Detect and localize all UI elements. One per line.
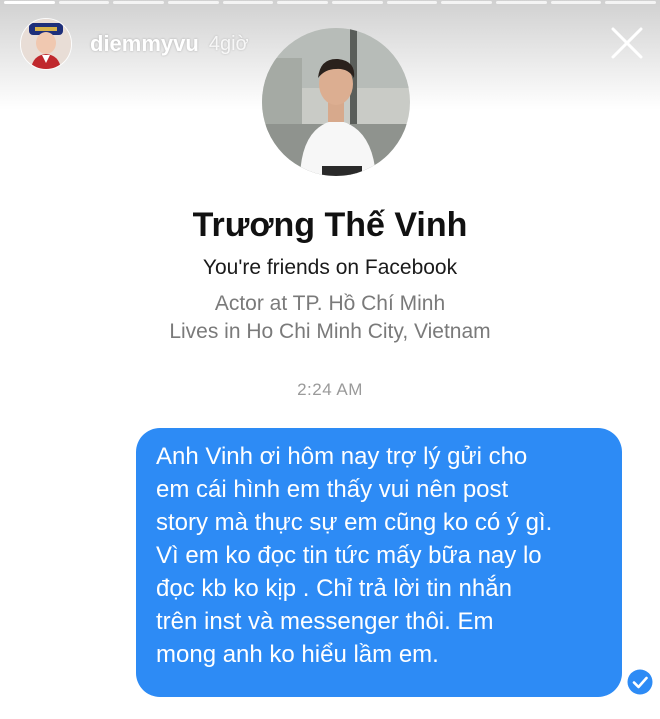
message-line: đọc kb ko kịp . Chỉ trả lời tin nhắn bbox=[156, 575, 512, 602]
message-bubble[interactable]: Anh Vinh ơi hôm nay trợ lý gửi cho em cá… bbox=[136, 428, 622, 697]
story-progress-segment bbox=[496, 1, 547, 4]
profile-photo-image bbox=[262, 28, 410, 176]
message-timestamp: 2:24 AM bbox=[297, 380, 363, 399]
story-progress-segment bbox=[58, 1, 110, 4]
story-username[interactable]: diemmyvu bbox=[90, 31, 199, 57]
story-progress-segment bbox=[605, 1, 657, 4]
contact-name: Trương Thế Vinh bbox=[192, 206, 468, 244]
work-info: Actor at TP. Hồ Chí Minh bbox=[214, 292, 446, 315]
close-button[interactable] bbox=[610, 26, 644, 60]
story-time-ago: 4giờ bbox=[208, 32, 249, 55]
story-header: diemmyvu 4giờ bbox=[20, 18, 249, 70]
message-line: mong anh ko hiểu lầm em. bbox=[156, 641, 439, 668]
seen-indicator bbox=[626, 668, 654, 696]
profile-photo[interactable] bbox=[262, 28, 410, 176]
close-icon bbox=[611, 27, 643, 59]
story-progress-bar bbox=[0, 0, 660, 6]
story-progress-segment bbox=[222, 1, 274, 4]
message-line: Anh Vinh ơi hôm nay trợ lý gửi cho bbox=[156, 443, 528, 470]
location-info: Lives in Ho Chi Minh City, Vietnam bbox=[169, 320, 491, 343]
story-progress-segment bbox=[332, 1, 383, 4]
message-line: trên inst và messenger thôi. Em bbox=[156, 608, 494, 635]
message-line: Vì em ko đọc tin tức mấy bữa nay lo bbox=[156, 542, 542, 569]
story-progress-segment bbox=[386, 1, 438, 4]
avatar[interactable] bbox=[20, 18, 72, 70]
message-line: story mà thực sự em cũng ko có ý gì. bbox=[156, 509, 553, 536]
story-progress-segment bbox=[113, 1, 165, 4]
seen-check-icon bbox=[627, 669, 653, 695]
story-progress-segment bbox=[4, 1, 55, 4]
story-progress-segment bbox=[277, 1, 329, 4]
avatar-image bbox=[21, 19, 71, 69]
story-progress-segment bbox=[550, 1, 602, 4]
friends-status: You're friends on Facebook bbox=[202, 256, 458, 279]
story-progress-segment bbox=[168, 1, 219, 4]
story-progress-segment bbox=[441, 1, 493, 4]
message-line: em cái hình em thấy vui nên post bbox=[156, 476, 509, 503]
